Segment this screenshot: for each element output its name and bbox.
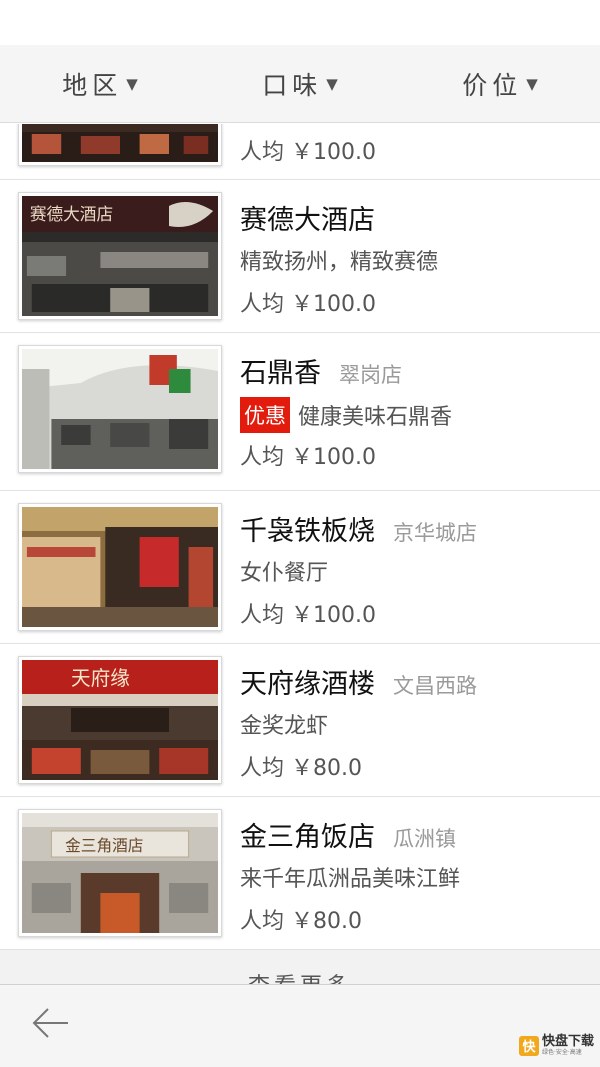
restaurant-name: 金三角饭店	[240, 822, 375, 853]
list-item[interactable]: 金三角酒店 金三角饭店 瓜洲镇 来千年瓜洲品美味江鲜 人均 ￥80.0	[0, 797, 600, 950]
list-item[interactable]: 石鼎香 翠岗店 优惠 健康美味石鼎香 人均 ￥100.0	[0, 333, 600, 491]
price: 人均 ￥100.0	[240, 140, 376, 165]
watermark-title: 快盘下载	[541, 1034, 594, 1049]
price: 人均 ￥100.0	[240, 603, 376, 628]
filter-taste-label: 口味	[262, 70, 323, 100]
filter-taste[interactable]: 口味 ▼	[200, 45, 400, 122]
title-line: 天府缘酒楼 文昌西路	[240, 662, 477, 701]
description-text: 精致扬州，精致赛德	[240, 250, 439, 275]
load-more-button[interactable]: 查看更多	[0, 950, 600, 984]
restaurant-name: 石鼎香	[240, 358, 321, 389]
filter-region[interactable]: 地区 ▼	[0, 45, 200, 122]
restaurant-description: 来千年瓜洲品美味江鲜	[240, 861, 460, 893]
price: 人均 ￥80.0	[240, 909, 362, 934]
branch-name: 翠岗店	[339, 363, 402, 387]
list-item[interactable]: 千袅铁板烧 京华城店 女仆餐厅 人均 ￥100.0	[0, 491, 600, 644]
description-text: 来千年瓜洲品美味江鲜	[240, 867, 461, 892]
title-line: 千袅铁板烧 京华城店	[240, 509, 477, 548]
sign-text: 天府缘	[71, 667, 130, 690]
restaurant-name: 千袅铁板烧	[240, 516, 375, 547]
arrow-left-icon	[32, 1008, 68, 1038]
title-line: 石鼎香 翠岗店	[240, 351, 402, 390]
description-text: 金奖龙虾	[240, 714, 329, 739]
watermark: 快 快盘下载 绿色·安全·高速	[518, 1034, 594, 1056]
description-text: 女仆餐厅	[240, 561, 329, 586]
list-item[interactable]: 天府缘 天府缘酒楼 文昌西路 金奖龙虾 人均 ￥80.0	[0, 644, 600, 797]
watermark-logo-icon: 快	[518, 1035, 539, 1056]
promo-badge: 优惠	[240, 397, 290, 433]
list-item[interactable]: 赛德大酒店 赛德大酒店 精致扬州，精致赛德 人均 ￥100.0	[0, 180, 600, 333]
price: 人均 ￥100.0	[240, 292, 376, 317]
restaurant-name: 赛德大酒店	[240, 205, 375, 236]
filter-price[interactable]: 价位 ▼	[400, 45, 600, 122]
sign-text: 赛德大酒店	[30, 204, 113, 224]
restaurant-photo	[18, 345, 222, 473]
restaurant-list[interactable]: 人均 ￥100.0 赛德大酒店 赛德大酒店 精致扬州，精致赛德 人均 ￥100.…	[0, 124, 600, 984]
title-line: 赛德大酒店	[240, 198, 375, 237]
restaurant-photo	[18, 503, 222, 631]
dropdown-arrow-icon: ▼	[326, 74, 338, 93]
restaurant-photo: 天府缘	[18, 656, 222, 784]
price: 人均 ￥80.0	[240, 756, 362, 781]
bottom-nav-bar: 快 快盘下载 绿色·安全·高速	[0, 984, 600, 1067]
watermark-subtitle: 绿色·安全·高速	[541, 1049, 582, 1056]
restaurant-description: 金奖龙虾	[240, 708, 328, 740]
branch-name: 瓜洲镇	[393, 827, 456, 851]
dropdown-arrow-icon: ▼	[526, 74, 538, 93]
restaurant-description: 优惠 健康美味石鼎香	[240, 397, 452, 433]
restaurant-description: 精致扬州，精致赛德	[240, 244, 438, 276]
restaurant-name: 天府缘酒楼	[240, 669, 375, 700]
branch-name: 文昌西路	[393, 674, 477, 698]
branch-name: 京华城店	[393, 521, 477, 545]
restaurant-description: 女仆餐厅	[240, 555, 328, 587]
dropdown-arrow-icon: ▼	[126, 74, 138, 93]
restaurant-photo: 赛德大酒店	[18, 192, 222, 320]
restaurant-photo	[18, 124, 222, 166]
price: 人均 ￥100.0	[240, 445, 376, 470]
filter-region-label: 地区	[62, 70, 123, 100]
list-item[interactable]: 人均 ￥100.0	[0, 124, 600, 180]
restaurant-photo: 金三角酒店	[18, 809, 222, 937]
filter-bar: 地区 ▼ 口味 ▼ 价位 ▼	[0, 45, 600, 123]
filter-price-label: 价位	[462, 70, 523, 100]
description-text: 健康美味石鼎香	[298, 405, 453, 430]
title-line: 金三角饭店 瓜洲镇	[240, 815, 456, 854]
back-button[interactable]	[26, 1003, 74, 1043]
sign-text: 金三角酒店	[65, 836, 143, 855]
status-bar	[0, 0, 600, 45]
